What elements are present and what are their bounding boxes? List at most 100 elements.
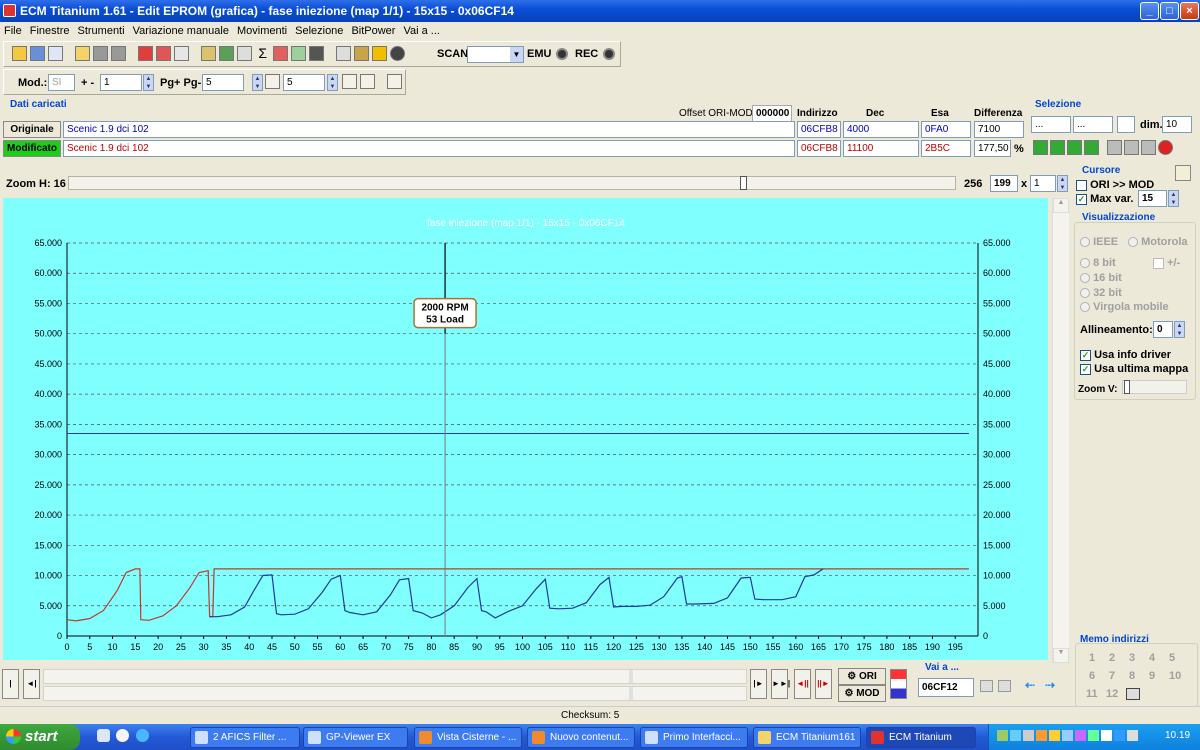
menu-bitpower[interactable]: BitPower (347, 22, 399, 37)
hex-icon[interactable] (360, 74, 375, 89)
next-button[interactable]: |► (750, 669, 767, 699)
zoom-value-field[interactable]: 199 (990, 175, 1018, 192)
last-button[interactable]: ►►| (771, 669, 790, 699)
arrow-right-icon[interactable]: ⇢ (1045, 678, 1055, 692)
menu-movimenti[interactable]: Movimenti (233, 22, 291, 37)
emu-icon[interactable] (556, 48, 568, 60)
memo-12[interactable]: 12 (1106, 688, 1126, 700)
task-primo[interactable]: Primo Interfacci... (640, 727, 748, 748)
tray-icon-5[interactable] (1049, 730, 1060, 741)
tray-icon-1[interactable] (997, 730, 1008, 741)
memo-6[interactable]: 6 (1089, 670, 1109, 682)
bit8-option[interactable]: 8 bit (1080, 257, 1116, 269)
terminal2-icon[interactable] (387, 74, 402, 89)
select-start-icon[interactable] (1033, 140, 1048, 155)
first-page-button[interactable]: |◄◄ (2, 669, 19, 716)
tray-icon-8[interactable] (1088, 730, 1099, 741)
bit8-radio[interactable] (1080, 258, 1090, 269)
tray-icon-3[interactable] (1023, 730, 1034, 741)
maximize-button[interactable]: □ (1160, 2, 1179, 20)
selezione-extra[interactable] (1117, 116, 1135, 133)
goto-icon[interactable] (980, 680, 993, 692)
plusminus-checkbox[interactable] (1153, 257, 1164, 269)
bit32-radio[interactable] (1080, 288, 1090, 299)
modificato-button[interactable]: Modificato (3, 140, 61, 157)
flag-button[interactable] (890, 669, 907, 699)
step-spinner[interactable]: ▲ ▼ (327, 74, 338, 91)
task-afics[interactable]: 2 AFICS Filter ... (190, 727, 300, 748)
tray-icon-6[interactable] (1062, 730, 1073, 741)
calculator-icon[interactable] (219, 46, 235, 61)
hscroll-top[interactable] (43, 669, 747, 684)
zoom-h-slider[interactable] (68, 176, 956, 190)
map-icon[interactable] (291, 46, 307, 61)
allineamento-field[interactable]: 0 (1153, 321, 1173, 338)
terminal-icon[interactable] (336, 46, 352, 61)
memo-10[interactable]: 10 (1169, 670, 1189, 682)
ori-button[interactable]: ⚙ ORI (838, 668, 886, 685)
tray-icon-4[interactable] (1036, 730, 1047, 741)
chart-vscroll[interactable]: ▲ ▼ (1052, 198, 1069, 663)
window-icon[interactable] (48, 46, 63, 61)
tray-icon-10[interactable] (1114, 730, 1125, 741)
pg-field[interactable]: 5 (202, 74, 244, 91)
page-icon[interactable] (265, 74, 280, 89)
memo-1[interactable]: 1 (1089, 652, 1109, 664)
select-col-icon[interactable] (1084, 140, 1099, 155)
minimize-button[interactable]: _ (1140, 2, 1159, 20)
run-icon[interactable] (372, 46, 388, 61)
selezione-to[interactable]: ... (1073, 116, 1113, 133)
zoom-mult-field[interactable]: 1 (1030, 175, 1056, 192)
goto2-icon[interactable] (998, 680, 1011, 692)
lock-icon[interactable] (1175, 165, 1191, 181)
close-button[interactable]: × (1180, 2, 1199, 20)
print-icon[interactable] (201, 46, 217, 61)
undo-icon[interactable] (156, 46, 172, 61)
task-nuovo[interactable]: Nuovo contenut... (527, 727, 635, 748)
task-ecm161[interactable]: ECM Titanium161 (753, 727, 861, 748)
memo-9[interactable]: 9 (1149, 670, 1169, 682)
check-icon[interactable] (138, 46, 154, 61)
memo-11[interactable]: 11 (1086, 688, 1106, 700)
scroll-down-icon[interactable]: ▼ (1053, 648, 1069, 663)
lock-icon[interactable] (354, 46, 370, 61)
chevron-down-icon[interactable]: ▼ (510, 47, 523, 62)
memo-7[interactable]: 7 (1109, 670, 1129, 682)
select-row-icon[interactable] (1067, 140, 1082, 155)
home-icon[interactable] (12, 46, 27, 61)
table-icon[interactable] (342, 74, 357, 89)
hscroll-bottom[interactable] (43, 686, 747, 701)
zoom-mult-spinner[interactable]: ▲ ▼ (1057, 175, 1068, 192)
volume-icon[interactable] (1127, 730, 1138, 741)
bit16-option[interactable]: 16 bit (1080, 272, 1122, 284)
edit-icon[interactable] (237, 46, 253, 61)
task-ecm[interactable]: ECM Titanium (866, 727, 976, 748)
pg-spinner[interactable]: ▲ ▼ (252, 74, 263, 91)
zoom-v-thumb[interactable] (1124, 380, 1130, 394)
memo-4[interactable]: 4 (1149, 652, 1169, 664)
reset-icon[interactable] (1158, 140, 1173, 155)
memo-2[interactable]: 2 (1109, 652, 1129, 664)
show-desktop-icon[interactable] (97, 729, 110, 742)
bit16-radio[interactable] (1080, 273, 1090, 284)
save-icon[interactable] (93, 46, 109, 61)
tray-icon-9[interactable] (1101, 730, 1112, 741)
start-button[interactable]: start (0, 724, 80, 750)
scroll-up-icon[interactable]: ▲ (1053, 198, 1069, 213)
chart-area[interactable]: fase iniezione (map 1/1) - 15x15 - 0x06C… (3, 198, 1048, 660)
menu-file[interactable]: File (0, 22, 26, 37)
memo-5[interactable]: 5 (1169, 652, 1189, 664)
menu-selezione[interactable]: Selezione (291, 22, 347, 37)
hscroll-bottom-thumb[interactable] (629, 687, 633, 700)
task-gpviewer[interactable]: GP-Viewer EX (303, 727, 408, 748)
clear-sel-icon[interactable] (1141, 140, 1156, 155)
dim-field[interactable]: 10 (1162, 116, 1192, 133)
vai-a-field[interactable]: 06CF12 (918, 678, 974, 697)
ieee-radio[interactable] (1080, 237, 1090, 248)
sigma-icon[interactable]: Σ (255, 46, 270, 61)
ori-mod-checkbox[interactable] (1076, 179, 1087, 191)
selezione-from[interactable]: ... (1031, 116, 1071, 133)
task-vista[interactable]: Vista Cisterne - ... (414, 727, 522, 748)
tray-icon-7[interactable] (1075, 730, 1086, 741)
arrow-left-icon[interactable]: ⇠ (1025, 678, 1035, 692)
